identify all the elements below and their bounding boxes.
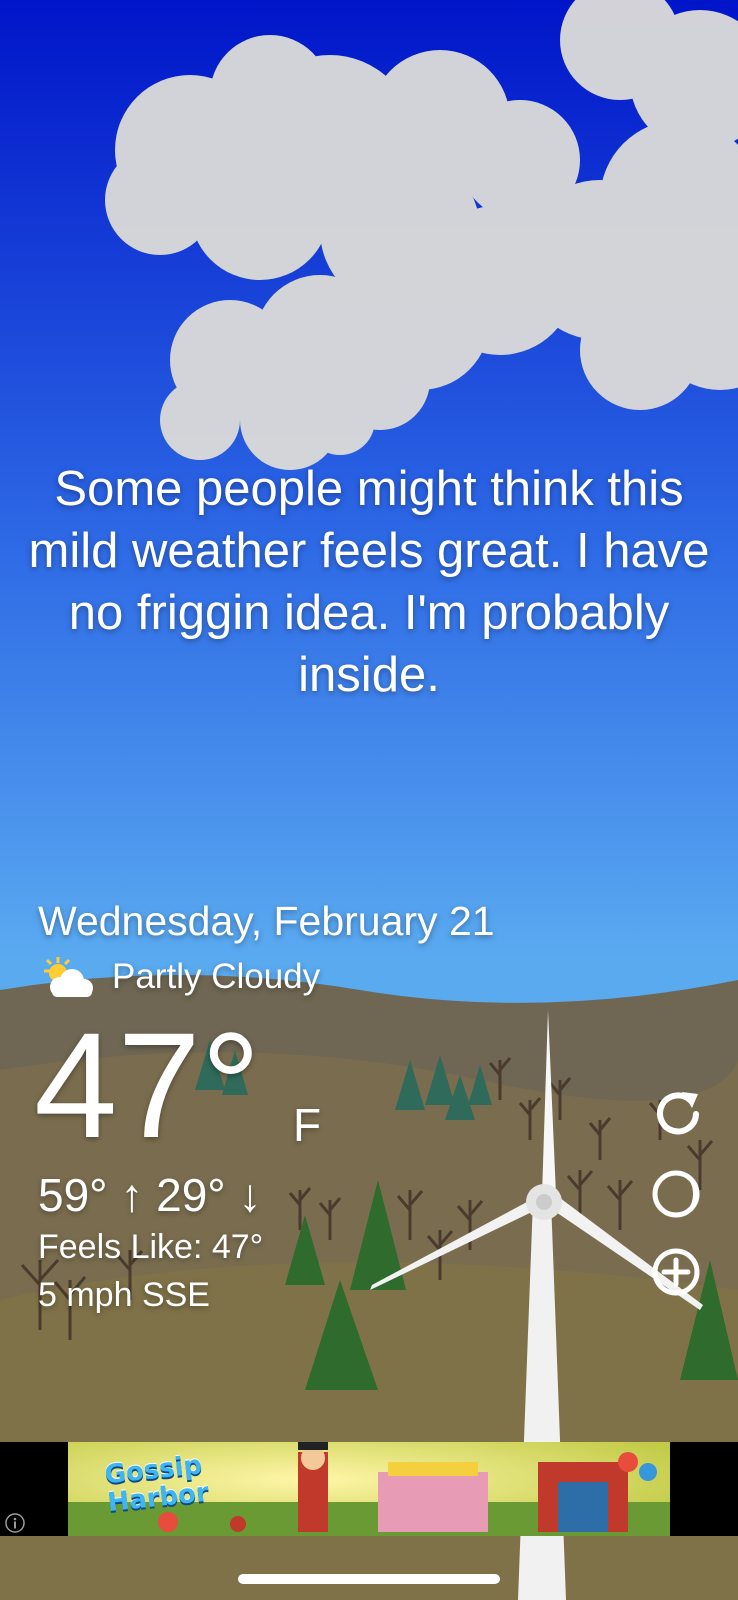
add-location-icon [652,1248,700,1296]
weather-scene [0,0,738,1600]
add-location-button[interactable] [648,1242,708,1302]
temperature-unit: F [293,1099,322,1151]
refresh-icon [657,1092,699,1135]
snarky-forecast-text: Some people might think this mild weathe… [28,462,710,702]
condition-row: Partly Cloudy [38,952,320,1002]
condition-label: Partly Cloudy [112,957,321,996]
ad-banner-bar: Gossip Harbor [0,1442,738,1536]
moon-icon [652,1170,700,1218]
home-indicator[interactable] [238,1574,500,1584]
high-low-temperature: 59° ↑ 29° ↓ [38,1169,262,1221]
ad-banner[interactable]: Gossip Harbor [68,1442,670,1536]
feels-like: Feels Like: 47° [38,1228,264,1266]
night-mode-button[interactable] [648,1164,708,1224]
wind-speed: 5 mph SSE [38,1276,210,1314]
partly-cloudy-icon [44,957,93,997]
refresh-button[interactable] [648,1084,708,1144]
current-temperature: 47° [34,1001,261,1169]
info-icon[interactable] [4,1512,26,1534]
date-label: Wednesday, February 21 [38,898,495,944]
